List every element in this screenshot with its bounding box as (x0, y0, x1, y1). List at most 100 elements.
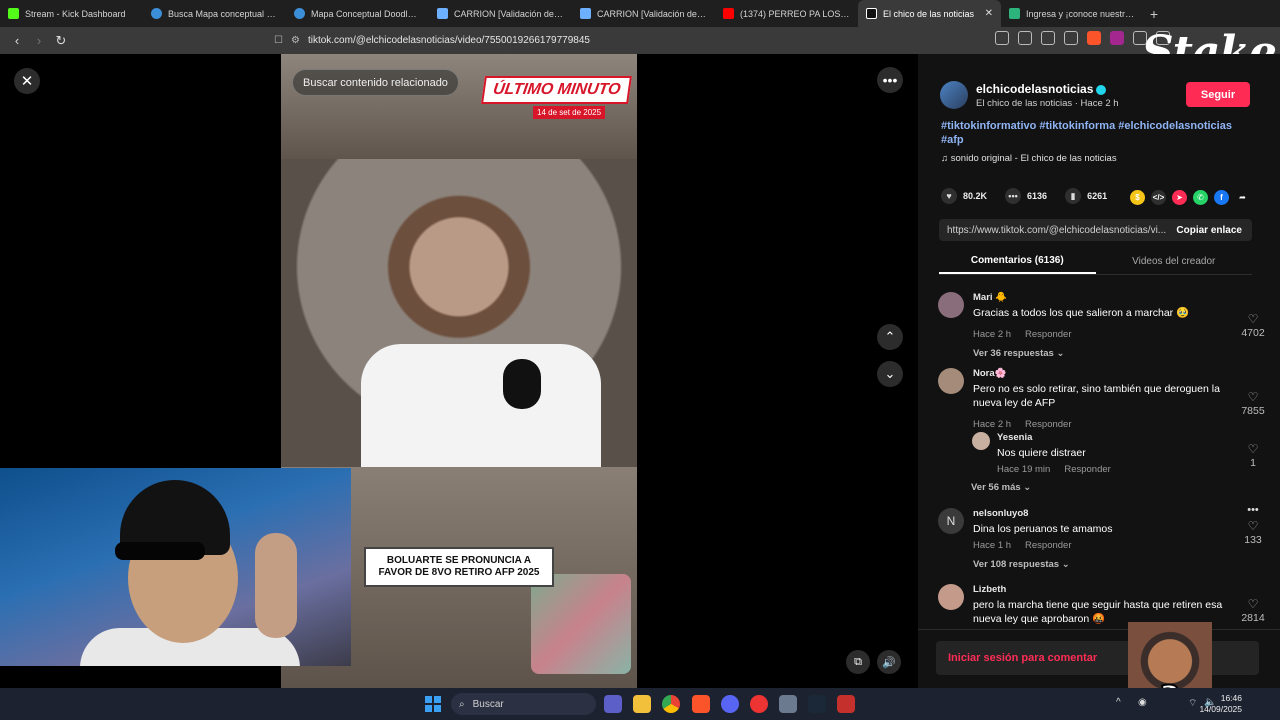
commenter-avatar[interactable] (938, 292, 964, 318)
network-icon[interactable]: ◉ (1138, 697, 1147, 708)
whatsapp-icon[interactable]: ✆ (1193, 190, 1208, 205)
tab-comments[interactable]: Comentarios (6136) (939, 249, 1096, 274)
follow-button[interactable]: Seguir (1186, 82, 1250, 107)
clock[interactable]: 16:46 14/09/2025 (1199, 693, 1242, 715)
commenter-avatar[interactable] (938, 368, 964, 394)
discord-icon[interactable] (721, 695, 739, 713)
comment-meta: Hace 19 min Responder (997, 464, 1111, 475)
reply-button[interactable]: Responder (1025, 329, 1071, 340)
tab-carrion-1[interactable]: CARRION [Validación de usuari (429, 0, 572, 27)
forward-icon[interactable]: › (30, 32, 48, 50)
file-explorer-icon[interactable] (633, 695, 651, 713)
previous-video-button[interactable]: ⌃ (877, 324, 903, 350)
panel-tabs: Comentarios (6136) Videos del creador (939, 249, 1252, 275)
tiktok-favicon-icon (866, 8, 877, 19)
webcam-overlay (0, 468, 351, 666)
app-icon[interactable] (750, 695, 768, 713)
like-action[interactable]: ♥ 80.2K (941, 188, 987, 204)
view-replies-button[interactable]: Ver 36 respuestas ⌄ (973, 348, 1064, 359)
tab-canva-2[interactable]: Mapa Conceptual Doodle A ma (286, 0, 429, 27)
commenter-name[interactable]: Nora🌸 (973, 368, 1006, 379)
tab-creator-videos[interactable]: Videos del creador (1096, 249, 1253, 274)
settings-icon[interactable] (779, 695, 797, 713)
pip-icon: ⧉ (854, 655, 862, 668)
tab-canva-1[interactable]: Busca Mapa conceptual - Canva (143, 0, 286, 27)
tab-casino[interactable]: Ingresa y ¡conoce nuestra exp (1001, 0, 1144, 27)
related-search-pill[interactable]: Buscar contenido relacionado (292, 69, 459, 96)
tab-kick[interactable]: Stream - Kick Dashboard (0, 0, 143, 27)
close-video-button[interactable]: ✕ (14, 68, 40, 94)
view-more-replies-button[interactable]: Ver 56 más ⌄ (971, 482, 1031, 493)
heart-outline-icon: ♡ (1247, 312, 1259, 326)
close-tab-icon[interactable]: ✕ (985, 8, 993, 19)
more-icon: ••• (1247, 504, 1259, 516)
comment-item: Lizbeth pero la marcha tiene que seguir … (938, 584, 1268, 628)
send-icon[interactable]: ➤ (1172, 190, 1187, 205)
save-action[interactable]: ▮ 6261 (1065, 188, 1107, 204)
tab-tiktok-active[interactable]: El chico de las noticias ✕ (858, 0, 1001, 27)
creator-avatar[interactable] (940, 81, 968, 109)
brave-icon[interactable] (692, 695, 710, 713)
reply-button[interactable]: Responder (1064, 464, 1110, 475)
teams-icon[interactable] (604, 695, 622, 713)
coin-icon[interactable]: $ (1130, 190, 1145, 205)
reply-button[interactable]: Responder (1025, 419, 1071, 430)
bookmark-icon[interactable]: ☐ (274, 35, 283, 46)
embed-icon[interactable]: </> (1151, 190, 1166, 205)
translate-icon[interactable] (1041, 31, 1055, 45)
comment-like[interactable]: ♡ 7855 (1238, 390, 1268, 417)
site-info-icon[interactable]: ⚙ (291, 35, 300, 46)
video-hashtags[interactable]: #tiktokinformativo #tiktokinforma #elchi… (941, 119, 1251, 147)
comment-list[interactable]: Mari 🐥 Gracias a todos los que salieron … (918, 286, 1280, 628)
volume-button[interactable]: 🔊 (877, 650, 901, 674)
breaking-news-date: 14 de set de 2025 (533, 106, 606, 119)
share-icon[interactable] (1064, 31, 1078, 45)
copy-link-button[interactable]: Copiar enlace (1166, 225, 1252, 236)
view-replies-button[interactable]: Ver 108 respuestas ⌄ (973, 559, 1070, 570)
brave-shield-icon[interactable] (1087, 31, 1101, 45)
brave-rewards-icon[interactable] (1110, 31, 1124, 45)
video-sound[interactable]: ♫ sonido original - El chico de las noti… (941, 153, 1117, 164)
streaming-app-icon[interactable] (837, 695, 855, 713)
commenter-name[interactable]: Lizbeth (973, 584, 1006, 595)
facebook-icon[interactable]: f (1214, 190, 1229, 205)
comment-like[interactable]: ♡ 1 (1238, 442, 1268, 469)
creator-username[interactable]: elchicodelasnoticias (976, 82, 1107, 96)
video-details-panel: elchicodelasnoticias El chico de las not… (918, 54, 1280, 688)
steam-icon[interactable] (808, 695, 826, 713)
comment-more-options[interactable]: ••• (1238, 504, 1268, 516)
reply-button[interactable]: Responder (1025, 540, 1071, 551)
back-icon[interactable]: ‹ (8, 32, 26, 50)
reload-icon[interactable]: ↻ (52, 32, 70, 50)
share-link-text[interactable]: https://www.tiktok.com/@elchicodelasnoti… (939, 225, 1166, 236)
address-bar[interactable]: ☐ ⚙ tiktok.com/@elchicodelasnoticias/vid… (274, 30, 994, 52)
commenter-name[interactable]: Yesenia (997, 432, 1032, 443)
next-video-button[interactable]: ⌄ (877, 361, 903, 387)
taskbar-search[interactable]: ⌕ Buscar (451, 693, 596, 715)
chrome-icon[interactable] (662, 695, 680, 713)
tab-carrion-2[interactable]: CARRION [Validación de usuari (572, 0, 715, 27)
comment-text: Dina los peruanos te amamos (973, 523, 1113, 535)
comment-item: N nelsonluyo8 Dina los peruanos te amamo… (938, 504, 1268, 574)
comment-action[interactable]: ••• 6136 (1005, 188, 1047, 204)
windows-start-icon[interactable] (425, 696, 441, 712)
comment-like[interactable]: ♡ 2814 (1238, 597, 1268, 624)
tab-youtube[interactable]: (1374) PERREO PA LOS STREAM (715, 0, 858, 27)
new-tab-button[interactable]: + (1144, 0, 1164, 27)
share-arrow-icon[interactable]: ➦ (1235, 190, 1250, 205)
commenter-avatar[interactable] (972, 432, 990, 450)
cast-icon[interactable] (1018, 31, 1032, 45)
commenter-name[interactable]: nelsonluyo8 (973, 508, 1028, 519)
tray-chevron-icon[interactable]: ^ (1116, 697, 1121, 708)
share-link-box: https://www.tiktok.com/@elchicodelasnoti… (939, 219, 1252, 241)
commenter-avatar[interactable] (938, 584, 964, 610)
comment-like[interactable]: ♡ 133 (1238, 519, 1268, 546)
commenter-avatar[interactable]: N (938, 508, 964, 534)
commenter-name[interactable]: Mari 🐥 (973, 292, 1007, 303)
comment-like[interactable]: ♡ 4702 (1238, 312, 1268, 339)
heart-outline-icon: ♡ (1247, 597, 1259, 611)
more-options-button[interactable]: ••• (877, 67, 903, 93)
picture-in-picture-button[interactable]: ⧉ (846, 650, 870, 674)
extension-icon[interactable] (995, 31, 1009, 45)
wifi-icon[interactable]: ⌔ (1188, 697, 1197, 710)
